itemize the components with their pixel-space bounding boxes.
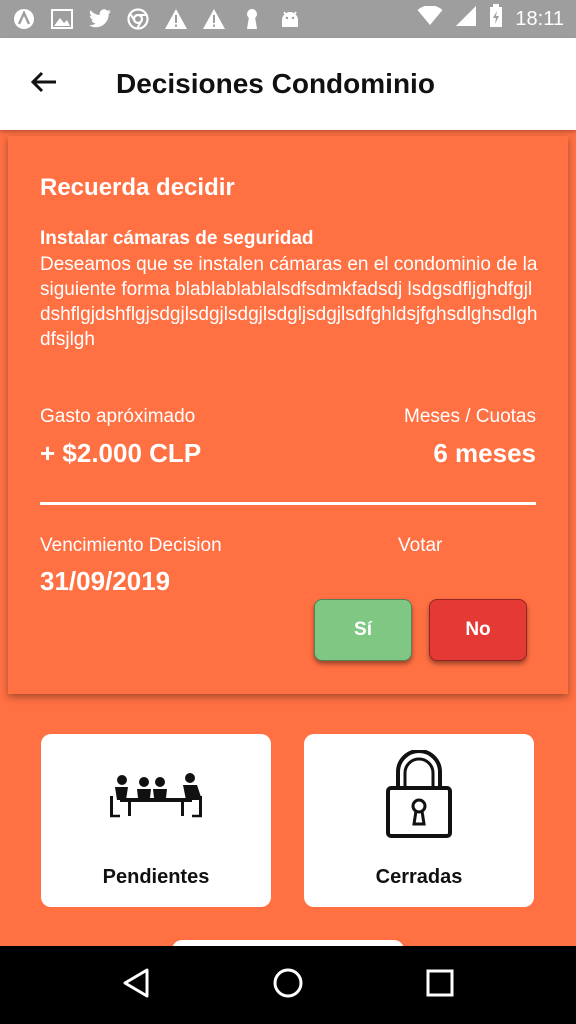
navigation-bar xyxy=(0,946,576,1024)
status-time: 18:11 xyxy=(515,7,564,30)
app-a-icon xyxy=(12,7,36,31)
cost-value: + $2.000 CLP xyxy=(40,438,202,468)
nav-back-button[interactable] xyxy=(106,955,166,1015)
vote-yes-button[interactable]: Sí xyxy=(314,599,412,661)
system-status: 18:11 xyxy=(417,4,564,34)
twitter-icon xyxy=(88,7,112,31)
warning-icon xyxy=(202,7,226,31)
page-title: Decisiones Condominio xyxy=(116,68,435,99)
meeting-icon xyxy=(106,750,206,840)
warning-icon xyxy=(164,7,188,31)
decision-card: Recuerda decidir Instalar cámaras de seg… xyxy=(8,136,568,694)
closed-label: Cerradas xyxy=(375,866,463,888)
decision-title: Instalar cámaras de seguridad xyxy=(40,228,314,249)
back-triangle-icon xyxy=(121,967,151,1004)
app-bar: Decisiones Condominio xyxy=(0,38,576,130)
back-button[interactable] xyxy=(0,38,88,130)
lock-icon xyxy=(384,750,454,840)
image-icon xyxy=(50,7,74,31)
cost-label: Gasto apróximado xyxy=(40,406,196,427)
pending-tile[interactable]: Pendientes xyxy=(41,734,271,907)
notification-icons xyxy=(12,7,302,31)
home-circle-icon xyxy=(272,967,304,1004)
chrome-icon xyxy=(126,7,150,31)
vote-no-button[interactable]: No xyxy=(429,599,527,661)
android-icon xyxy=(278,7,302,31)
decision-description: Deseamos que se instalen cámaras en el c… xyxy=(40,254,538,350)
due-value: 31/09/2019 xyxy=(40,566,171,596)
battery-icon xyxy=(489,4,503,34)
due-label: Vencimiento Decision xyxy=(40,535,222,556)
vote-label: Votar xyxy=(398,535,443,556)
closed-tile[interactable]: Cerradas xyxy=(304,734,534,907)
pending-label: Pendientes xyxy=(102,866,210,888)
months-value: 6 meses xyxy=(433,438,536,468)
divider xyxy=(40,502,536,505)
arrow-back-icon xyxy=(30,70,58,99)
nav-recents-button[interactable] xyxy=(410,955,470,1015)
wifi-icon xyxy=(417,5,443,32)
keyhole-icon xyxy=(240,7,264,31)
card-heading: Recuerda decidir xyxy=(40,174,235,201)
months-label: Meses / Cuotas xyxy=(404,406,536,427)
signal-icon xyxy=(455,5,477,33)
status-bar: 18:11 xyxy=(0,0,576,38)
nav-home-button[interactable] xyxy=(258,955,318,1015)
recents-square-icon xyxy=(426,969,454,1002)
